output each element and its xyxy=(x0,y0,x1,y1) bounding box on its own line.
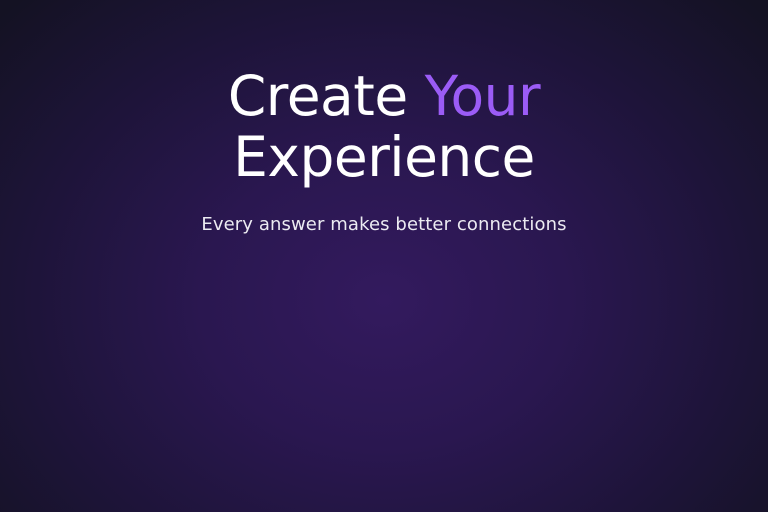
title-word-experience: Experience xyxy=(233,125,535,189)
title-word-create: Create xyxy=(227,64,408,128)
page-title: Create Your Experience xyxy=(0,66,768,188)
hero-section: Create Your Experience Every answer make… xyxy=(0,66,768,237)
title-accent-word: Your xyxy=(424,64,541,128)
page-subtitle: Every answer makes better connections xyxy=(201,214,567,235)
